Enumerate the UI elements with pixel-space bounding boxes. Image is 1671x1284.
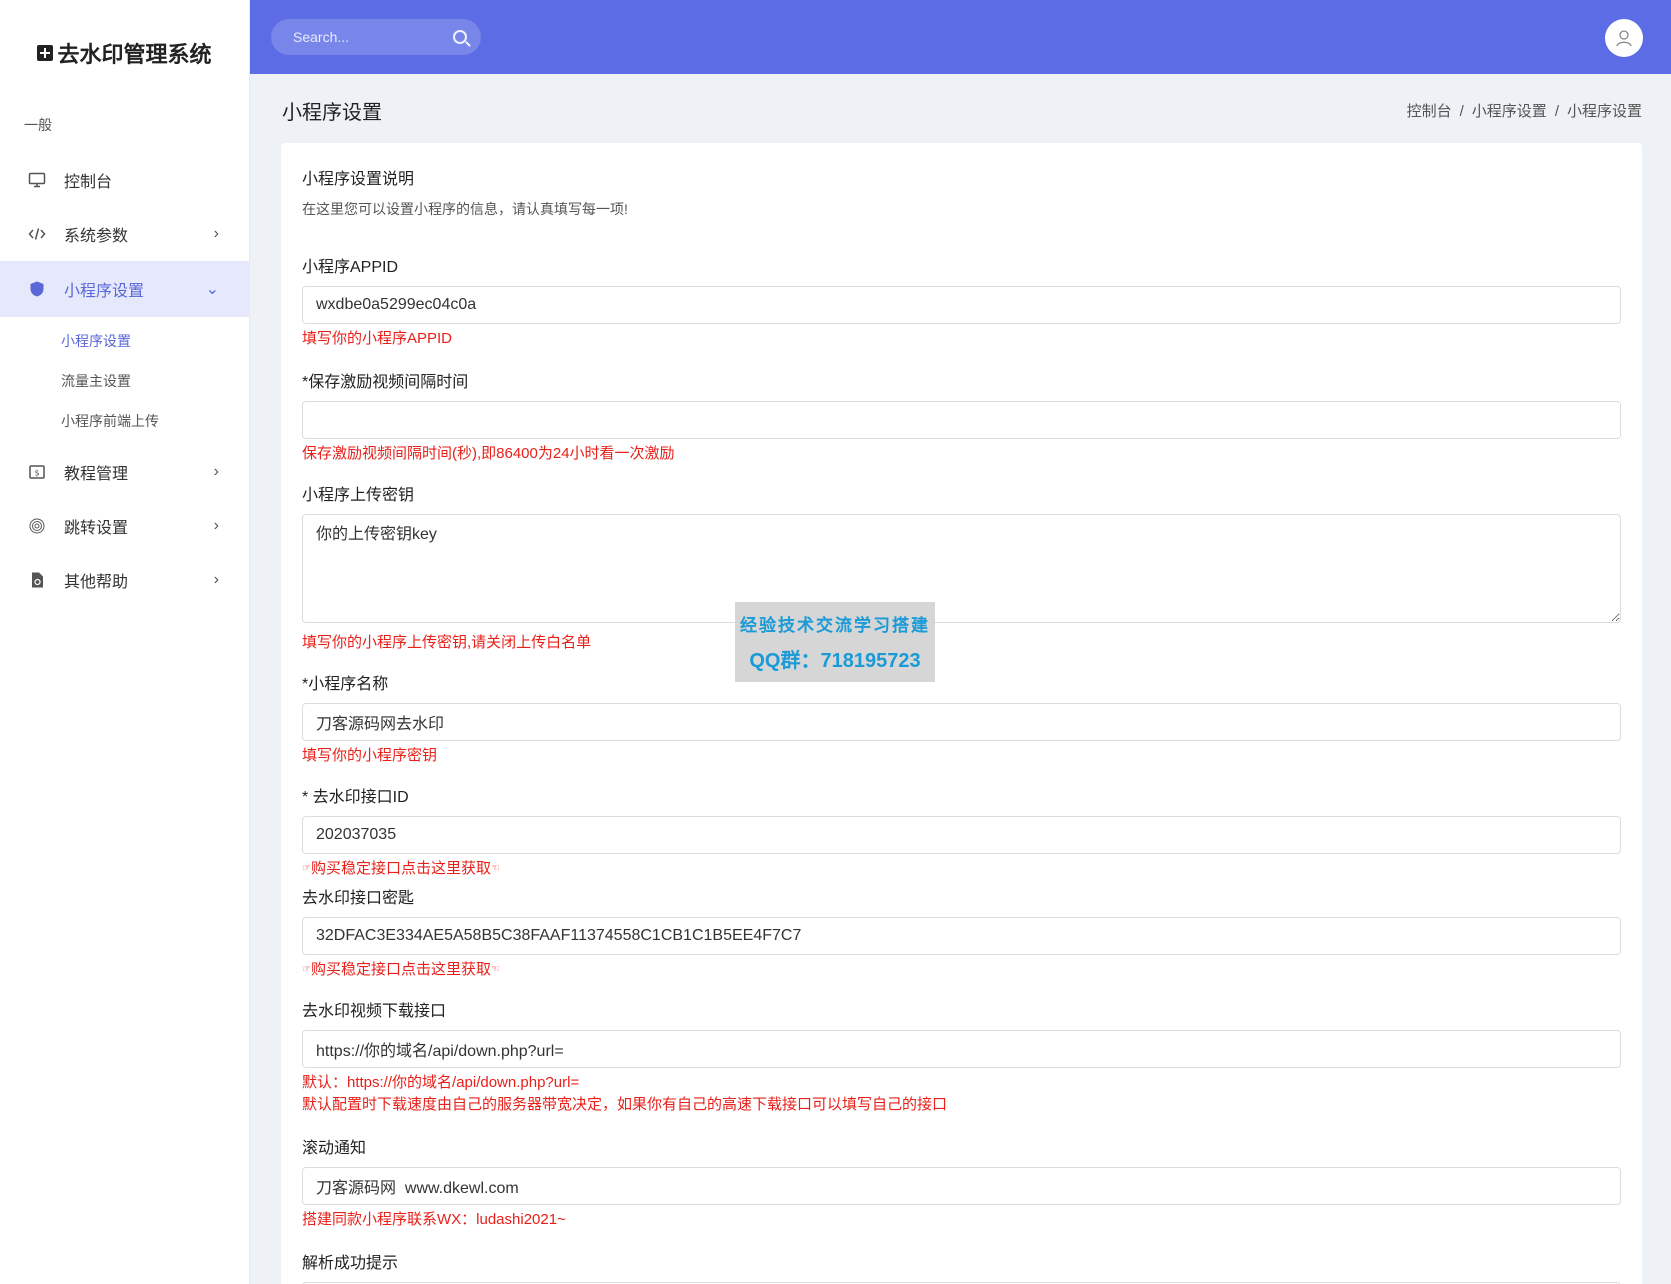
breadcrumb-item-current: 小程序设置 (1566, 103, 1642, 120)
field-label: 解析成功提示 (302, 1255, 399, 1273)
watermark-line1: 经验技术交流学习搭建 (740, 616, 930, 636)
field-label: 小程序APPID (302, 259, 399, 276)
chevron-right-icon: › (213, 225, 219, 242)
sidebar-item-dashboard[interactable]: 控制台 (0, 153, 249, 207)
file-help-icon (28, 571, 46, 589)
sidebar-section-label: 一般 (24, 117, 52, 133)
sidebar-item-label: 系统参数 (64, 228, 129, 245)
watermark-banner: 经验技术交流学习搭建 QQ群：718195723 (735, 602, 935, 682)
field-hint: 填写你的小程序上传密钥,请关闭上传白名单 (302, 634, 592, 651)
app-name-input[interactable] (302, 703, 1621, 741)
field-api-id: * 去水印接口ID ☞购买稳定接口点击这里获取☜ (302, 783, 1621, 880)
field-download-api: 去水印视频下载接口 默认：https://你的域名/api/down.php?u… (302, 997, 1621, 1116)
sidebar-item-help[interactable]: 其他帮助 › (0, 553, 249, 607)
settings-card: 小程序设置说明 在这里您可以设置小程序的信息，请认真填写每一项! 小程序APPI… (281, 143, 1642, 1284)
monitor-icon (28, 171, 46, 189)
notice-input[interactable] (302, 1167, 1621, 1206)
link-text: 购买稳定接口点击这里获取 (310, 860, 491, 877)
hand-point-icon: ☞ (302, 964, 311, 976)
field-appid: 小程序APPID 填写你的小程序APPID (302, 253, 1621, 350)
search-input[interactable] (293, 29, 443, 45)
field-hint: 默认配置时下载速度由自己的服务器带宽决定，如果你有自己的高速下载接口可以填写自己… (302, 1096, 948, 1114)
field-notice: 滚动通知 搭建同款小程序联系WX：ludashi2021~ (302, 1134, 1621, 1231)
breadcrumb-separator: / (1554, 103, 1559, 120)
field-hint: 填写你的小程序APPID (302, 330, 453, 347)
field-label: 去水印接口密匙 (302, 890, 415, 908)
api-id-input[interactable] (302, 816, 1621, 854)
breadcrumb-separator: / (1459, 103, 1464, 120)
chevron-right-icon: › (213, 571, 219, 588)
breadcrumb-item[interactable]: 小程序设置 (1472, 103, 1547, 120)
shield-icon (28, 280, 46, 298)
card-title: 小程序设置说明 (302, 171, 415, 188)
field-upload-key: 小程序上传密钥 你的上传密钥key 填写你的小程序上传密钥,请关闭上传白名单 (302, 481, 1621, 654)
brand: 去水印管理系统 (0, 0, 249, 105)
sidebar-item-redirect[interactable]: 跳转设置 › (0, 499, 249, 553)
field-label: *保存激励视频间隔时间 (302, 374, 469, 391)
field-interval: *保存激励视频间隔时间 保存激励视频间隔时间(秒),即86400为24小时看一次… (302, 368, 1621, 465)
field-label: 小程序上传密钥 (302, 487, 415, 504)
svg-text:$: $ (34, 469, 39, 478)
sidebar-subitem-traffic-master[interactable]: 流量主设置 (0, 361, 249, 401)
top-bar (250, 0, 1671, 74)
field-hint: 保存激励视频间隔时间(秒),即86400为24小时看一次激励 (302, 445, 675, 462)
interval-input[interactable] (302, 401, 1621, 439)
sidebar-submenu: 小程序设置 流量主设置 小程序前端上传 (0, 317, 249, 445)
watermark-line2: QQ群：718195723 (749, 650, 921, 672)
field-hint: 搭建同款小程序联系WX：ludashi2021~ (302, 1211, 566, 1229)
brand-title: 去水印管理系统 (57, 41, 212, 67)
chevron-down-icon: ⌄ (205, 281, 219, 298)
sidebar-item-label: 控制台 (64, 174, 113, 191)
buy-api-link[interactable]: ☞购买稳定接口点击这里获取☜ (302, 858, 1621, 880)
plus-box-icon (37, 44, 54, 61)
fingerprint-icon (28, 517, 46, 535)
hand-point-icon: ☞ (302, 863, 311, 875)
sidebar-item-tutorials[interactable]: $ 教程管理 › (0, 445, 249, 499)
breadcrumb: 控制台 / 小程序设置 / 小程序设置 (1407, 100, 1642, 121)
field-hint: 默认：https://你的域名/api/down.php?url= (302, 1074, 580, 1092)
sidebar-item-label: 跳转设置 (64, 520, 129, 537)
avatar[interactable] (1605, 19, 1643, 57)
field-label: 去水印视频下载接口 (302, 1003, 447, 1021)
field-label: 滚动通知 (302, 1140, 367, 1158)
user-avatar-icon (1616, 30, 1632, 47)
main-content: 小程序设置 控制台 / 小程序设置 / 小程序设置 小程序设置说明 在这里您可以设置小程… (250, 74, 1671, 1284)
field-hint: 填写你的小程序密钥 (302, 747, 438, 764)
sidebar-subitem-miniapp-settings[interactable]: 小程序设置 (0, 321, 249, 361)
sidebar-item-label: 教程管理 (64, 466, 129, 483)
hand-point-icon: ☜ (490, 964, 500, 976)
tutorial-icon: $ (28, 463, 46, 481)
card-description: 在这里您可以设置小程序的信息，请认真填写每一项! (302, 201, 628, 217)
code-icon (28, 225, 46, 243)
field-app-name: *小程序名称 填写你的小程序密钥 (302, 670, 1621, 767)
link-text: 购买稳定接口点击这里获取 (310, 961, 491, 979)
buy-api-link[interactable]: ☞购买稳定接口点击这里获取☜ (302, 959, 1621, 981)
field-api-key: 去水印接口密匙 ☞购买稳定接口点击这里获取☜ (302, 884, 1621, 981)
sidebar: 去水印管理系统 一般 控制台 系统参数 › 小程序设置 ⌄ 小程序设置 流量主设… (0, 0, 250, 1284)
api-key-input[interactable] (302, 917, 1621, 956)
search-box (271, 19, 481, 55)
hand-point-icon: ☜ (490, 863, 500, 875)
page-title: 小程序设置 (282, 102, 382, 124)
chevron-right-icon: › (213, 463, 219, 480)
breadcrumb-item[interactable]: 控制台 (1407, 103, 1452, 120)
sidebar-subitem-frontend-upload[interactable]: 小程序前端上传 (0, 401, 249, 441)
search-icon[interactable] (453, 30, 467, 44)
chevron-right-icon: › (213, 517, 219, 534)
sidebar-item-miniapp-settings[interactable]: 小程序设置 ⌄ (0, 261, 249, 317)
download-api-input[interactable] (302, 1030, 1621, 1069)
sidebar-item-system-params[interactable]: 系统参数 › (0, 207, 249, 261)
appid-input[interactable] (302, 286, 1621, 324)
field-label: * 去水印接口ID (302, 789, 409, 806)
upload-key-textarea[interactable]: 你的上传密钥key (302, 514, 1621, 623)
field-label: *小程序名称 (302, 676, 389, 693)
field-success-tip: 解析成功提示 (302, 1249, 1621, 1284)
sidebar-item-label: 其他帮助 (64, 574, 129, 591)
sidebar-item-label: 小程序设置 (64, 283, 145, 300)
